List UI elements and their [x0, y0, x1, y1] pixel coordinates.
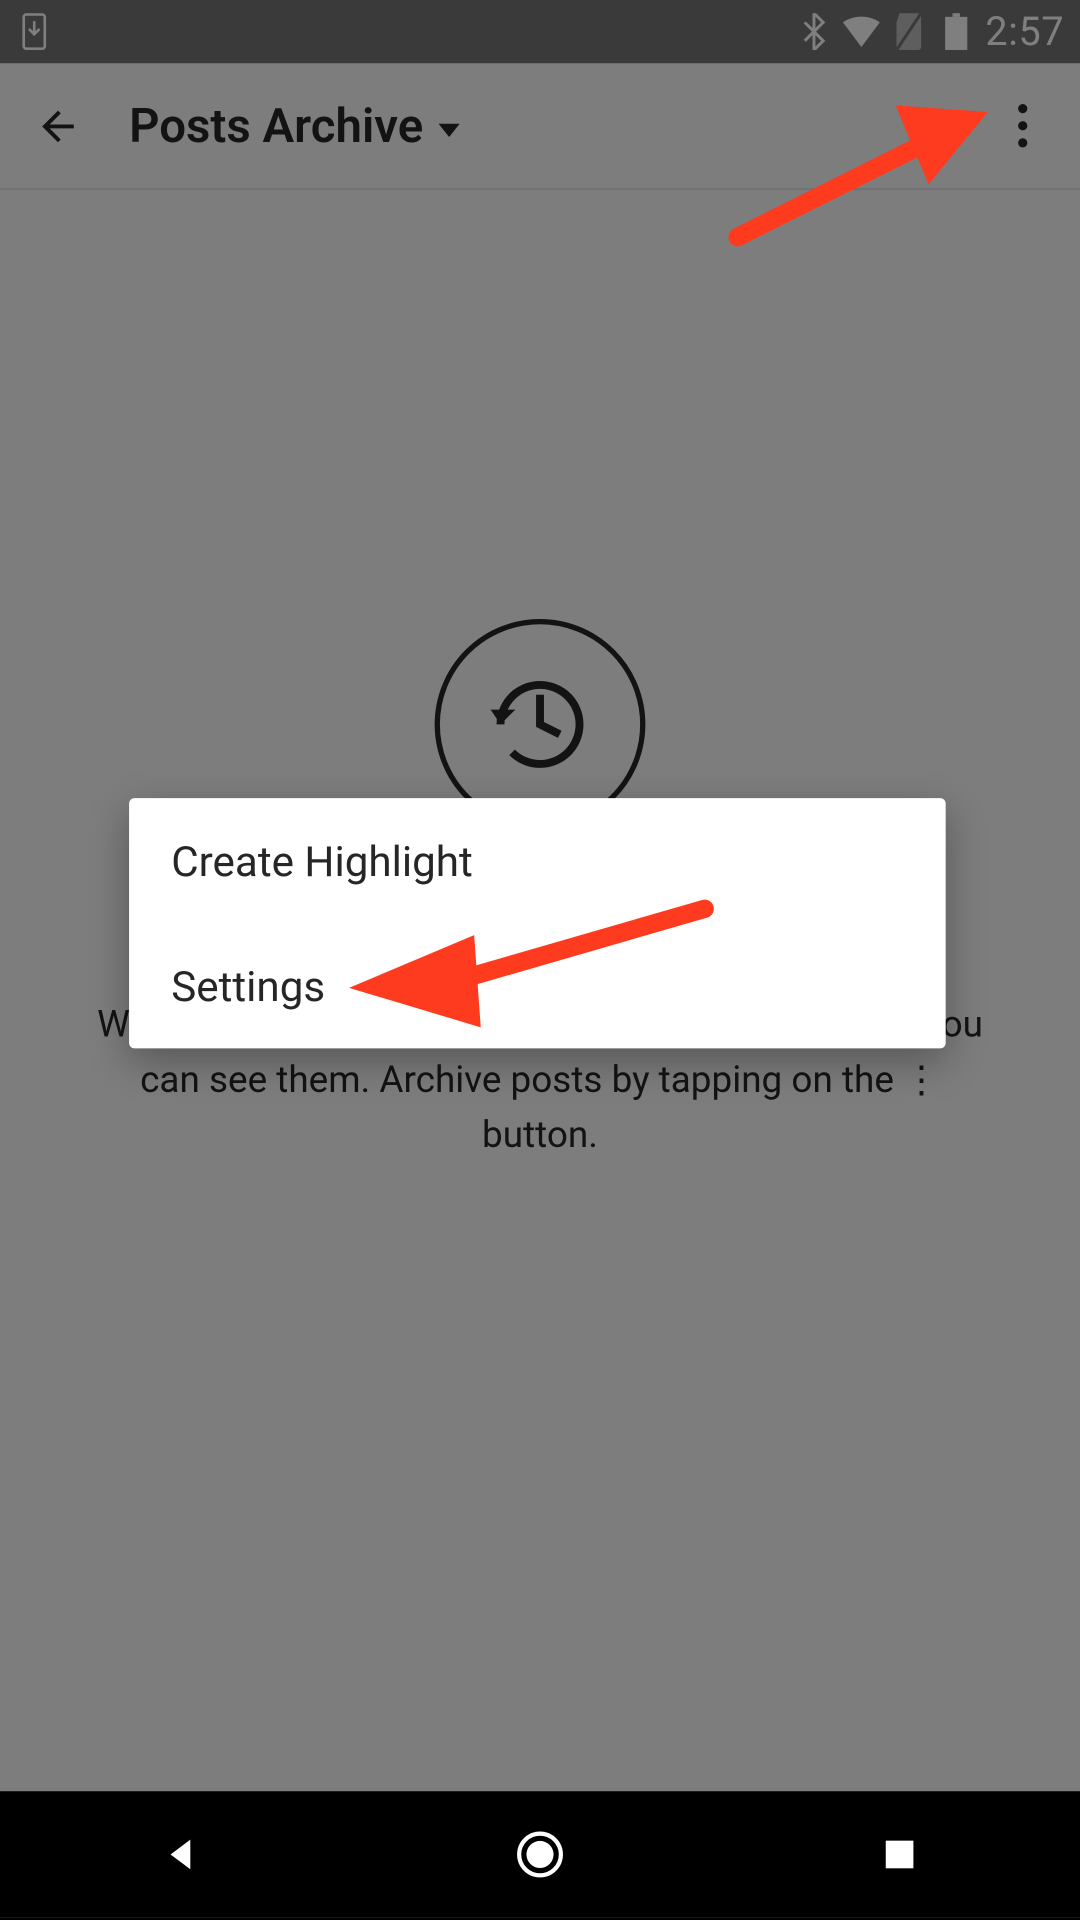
bluetooth-icon — [796, 13, 833, 50]
nav-recents-button[interactable] — [867, 1822, 933, 1888]
menu-item-create-highlight[interactable]: Create Highlight — [129, 798, 946, 923]
menu-item-settings[interactable]: Settings — [129, 923, 946, 1048]
arrow-left-icon — [34, 102, 81, 149]
nav-home-button[interactable] — [507, 1822, 573, 1888]
menu-item-label: Settings — [171, 961, 325, 1011]
menu-item-label: Create Highlight — [171, 836, 473, 886]
download-notification-icon — [16, 13, 53, 50]
circle-home-icon — [515, 1829, 565, 1879]
status-time: 2:57 — [985, 9, 1064, 55]
overflow-menu-button[interactable] — [990, 94, 1053, 157]
wifi-icon — [843, 13, 880, 50]
back-button[interactable] — [26, 94, 89, 157]
overflow-popup-menu: Create Highlight Settings — [129, 798, 946, 1048]
triangle-back-icon — [160, 1835, 200, 1875]
archive-type-selector[interactable]: Posts Archive — [129, 98, 460, 153]
status-bar: 2:57 — [0, 0, 1080, 63]
nav-back-button[interactable] — [147, 1822, 213, 1888]
dropdown-caret-icon — [439, 123, 460, 136]
system-nav-bar — [0, 1791, 1080, 1917]
no-sim-icon — [891, 13, 928, 50]
counterclockwise-icon — [481, 665, 600, 784]
square-recents-icon — [882, 1836, 919, 1873]
page-title: Posts Archive — [129, 98, 423, 153]
more-vert-icon — [1017, 104, 1026, 113]
battery-icon — [938, 13, 975, 50]
app-bar: Posts Archive — [0, 63, 1080, 189]
